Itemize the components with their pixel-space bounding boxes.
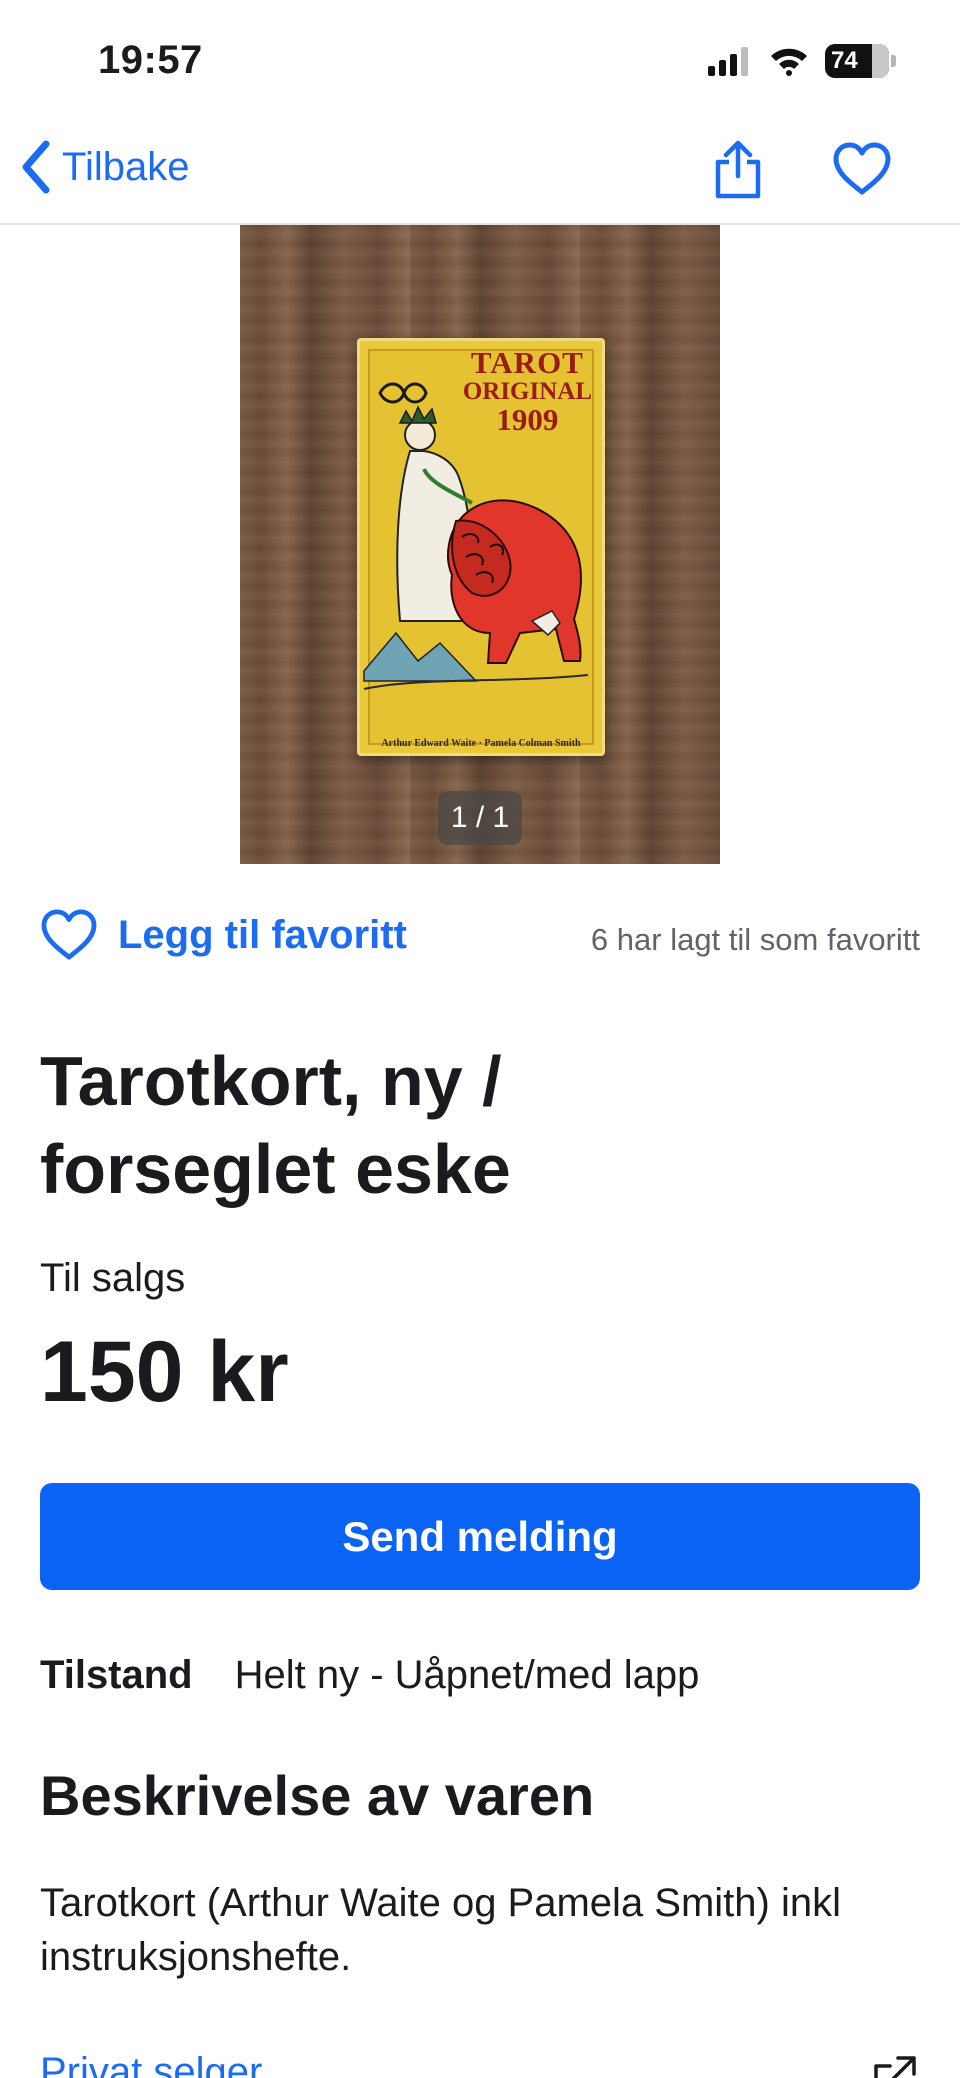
battery-icon: 74	[825, 44, 896, 78]
box-title-line1: TAROT	[470, 345, 584, 380]
status-icons: 74	[707, 44, 896, 78]
description-heading: Beskrivelse av varen	[40, 1764, 595, 1827]
battery-empty-part	[872, 44, 889, 78]
cellular-signal-icon	[708, 47, 748, 76]
share-icon	[715, 140, 761, 199]
nav-bar: Tilbake	[0, 120, 960, 225]
status-bar: 19:57 74	[0, 0, 960, 120]
private-seller-link[interactable]: Privat selger	[40, 2050, 262, 2078]
box-title-line3: 1909	[496, 402, 559, 438]
box-authors: Arthur Edward Waite · Pamela Colman Smit…	[381, 738, 581, 749]
condition-row: Tilstand Helt ny - Uåpnet/med lapp	[40, 1653, 699, 1698]
description-text: Tarotkort (Arthur Waite og Pamela Smith)…	[40, 1881, 841, 1979]
listing-price: 150 kr	[40, 1324, 289, 1420]
battery-body: 74	[825, 44, 889, 78]
sale-type: Til salgs	[40, 1256, 186, 1300]
page-indicator: 1 / 1	[438, 791, 522, 845]
add-favorite-button[interactable]: Legg til favoritt	[40, 909, 407, 961]
send-message-button[interactable]: Send melding	[40, 1483, 920, 1590]
product-image[interactable]: TAROT ORIGINAL 1909 Arthur Edward Waite …	[240, 225, 720, 864]
battery-level: 74	[831, 47, 858, 74]
status-time: 19:57	[98, 38, 203, 82]
heart-outline-icon	[833, 142, 891, 195]
battery-cap	[891, 55, 896, 67]
external-link-icon[interactable]	[870, 2052, 920, 2078]
condition-label: Tilstand	[40, 1653, 193, 1697]
listing-title: Tarotkort, ny / forseglet eske	[40, 1042, 511, 1208]
favorite-count: 6 har lagt til som favoritt	[590, 922, 920, 957]
wifi-icon	[771, 48, 807, 76]
chevron-left-icon	[22, 140, 50, 194]
tarot-box-photo: TAROT ORIGINAL 1909 Arthur Edward Waite …	[357, 338, 605, 756]
condition-value: Helt ny - Uåpnet/med lapp	[234, 1653, 700, 1697]
box-title: TAROT ORIGINAL 1909	[463, 347, 592, 436]
favorite-nav-button[interactable]	[832, 142, 892, 201]
box-title-line2: ORIGINAL	[462, 377, 592, 405]
heart-outline-icon	[41, 909, 97, 960]
add-favorite-label: Legg til favoritt	[118, 912, 407, 957]
favorite-row: Legg til favoritt 6 har lagt til som fav…	[40, 905, 920, 975]
back-button[interactable]: Tilbake	[18, 138, 189, 196]
share-button[interactable]	[710, 140, 766, 205]
back-label: Tilbake	[62, 144, 190, 189]
